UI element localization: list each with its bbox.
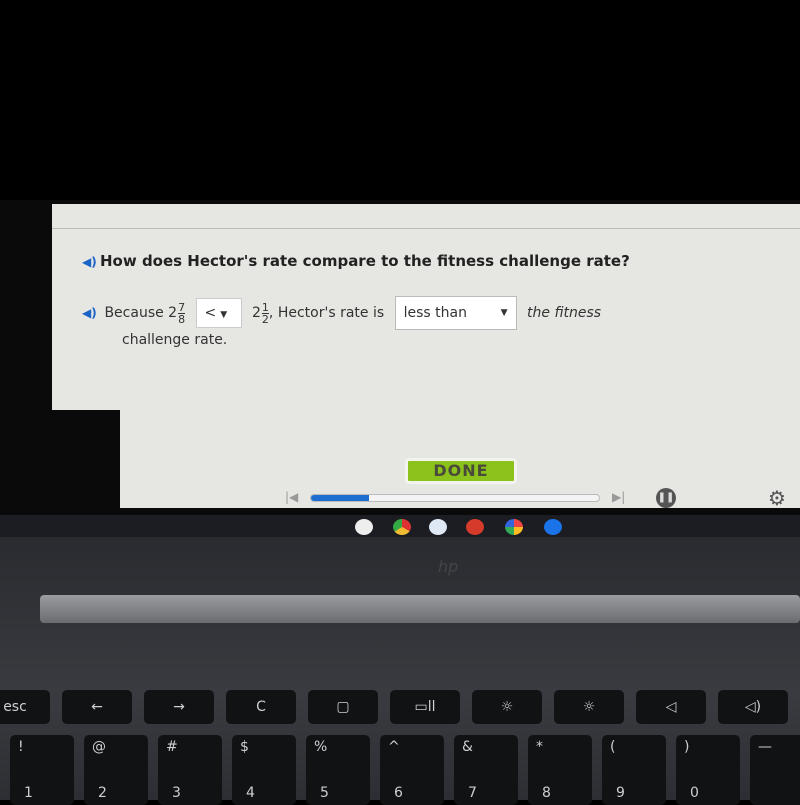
key[interactable]: — [750, 735, 800, 805]
progress-fill [311, 495, 369, 501]
done-button[interactable]: DONE [405, 458, 517, 484]
skip-forward-icon[interactable]: ▶| [612, 490, 625, 504]
relation-dropdown[interactable]: less than ▼ [394, 296, 517, 330]
speaker-icon[interactable]: ◀) [82, 255, 100, 269]
brand-logo: hp [438, 557, 459, 576]
fraction: 12 [261, 300, 269, 326]
docs-icon[interactable] [429, 519, 447, 535]
key[interactable]: & 7 [454, 735, 518, 805]
key[interactable]: ^ 6 [380, 735, 444, 805]
files-icon[interactable] [544, 519, 562, 535]
key[interactable]: ◁ [636, 690, 706, 724]
key[interactable]: ☼ [554, 690, 624, 724]
key[interactable]: % 5 [306, 735, 370, 805]
sentence: ◀) Because 278 < ▼ 212, Hector's rate is … [82, 296, 601, 330]
key[interactable]: ▢ [308, 690, 378, 724]
key[interactable]: @2 [84, 735, 148, 805]
key[interactable]: #3 [158, 735, 222, 805]
key[interactable]: (9 [602, 735, 666, 805]
key[interactable]: ☼ [472, 690, 542, 724]
youtube-icon[interactable] [466, 519, 484, 535]
bezel [52, 410, 120, 490]
key[interactable]: $4 [232, 735, 296, 805]
speaker-icon[interactable]: ◀) [82, 306, 100, 320]
key[interactable]: ◁) [718, 690, 788, 724]
key[interactable]: C [226, 690, 296, 724]
screen: ◀) How does Hector's rate compare to the … [0, 200, 800, 515]
key[interactable]: ▭ll [390, 690, 460, 724]
key[interactable]: esc [0, 690, 50, 724]
photos-icon[interactable] [505, 519, 523, 535]
fraction: 78 [178, 300, 186, 326]
caret-down-icon: ▼ [220, 310, 228, 320]
progress-bar[interactable] [310, 494, 600, 502]
gmail-icon[interactable] [355, 519, 373, 535]
chrome-icon[interactable] [393, 519, 411, 535]
player-bar: |◀ ▶| ❚❚ ⚙ [120, 486, 800, 510]
gear-icon[interactable]: ⚙ [768, 486, 786, 510]
skip-back-icon[interactable]: |◀ [285, 490, 298, 504]
pause-icon[interactable]: ❚❚ [656, 488, 676, 508]
key[interactable]: → [144, 690, 214, 724]
question: ◀) How does Hector's rate compare to the … [82, 252, 630, 270]
lesson-app: ◀) How does Hector's rate compare to the … [52, 204, 800, 488]
comparison-dropdown[interactable]: < ▼ [195, 298, 242, 328]
hinge [40, 595, 800, 623]
key[interactable]: ← [62, 690, 132, 724]
key[interactable]: ) 0 [676, 735, 740, 805]
key[interactable]: ! 1 [10, 735, 74, 805]
shelf [0, 515, 800, 537]
key[interactable]: * 8 [528, 735, 592, 805]
sentence-line2: challenge rate. [122, 332, 228, 348]
caret-down-icon: ▼ [500, 308, 508, 318]
